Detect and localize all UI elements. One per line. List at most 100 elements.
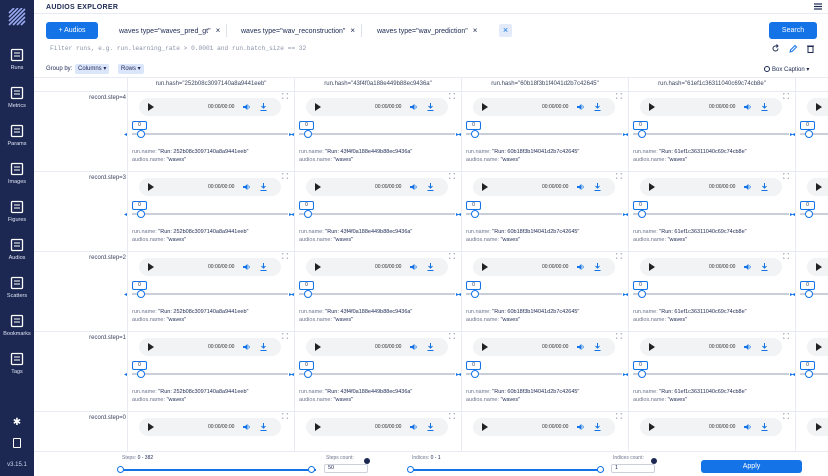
prev-arrow-icon[interactable]: ◂ [291, 131, 294, 138]
step-slider[interactable] [132, 210, 288, 218]
prev-arrow-icon[interactable]: ◂ [458, 291, 461, 298]
step-value-input[interactable]: 0 [132, 121, 147, 130]
slider-handle[interactable] [137, 370, 145, 378]
expand-icon[interactable] [282, 253, 288, 259]
play-icon[interactable] [482, 423, 488, 431]
sidebar-item-bookmarks[interactable]: Bookmarks [0, 310, 34, 346]
step-slider[interactable] [633, 290, 789, 298]
sidebar-item-audios[interactable]: Audios [0, 234, 34, 270]
clear-all-icon[interactable]: × [499, 24, 512, 37]
step-slider[interactable] [633, 130, 789, 138]
play-icon[interactable] [482, 183, 488, 191]
audio-player[interactable]: 00:00/00:00 [139, 98, 281, 116]
play-icon[interactable] [649, 183, 655, 191]
volume-icon[interactable] [744, 183, 752, 191]
slider-handle[interactable] [137, 290, 145, 298]
aim-logo-icon[interactable] [8, 8, 26, 26]
slider-handle[interactable] [304, 290, 312, 298]
slider-handle[interactable] [304, 370, 312, 378]
audio-player[interactable]: 00:00/00:00 [139, 418, 281, 436]
audio-player[interactable]: 00:00/00:00 [473, 178, 615, 196]
prev-arrow-icon[interactable]: ◂ [291, 371, 294, 378]
play-icon[interactable] [315, 263, 321, 271]
step-value-input[interactable]: 0 [132, 361, 147, 370]
play-icon[interactable] [315, 343, 321, 351]
expand-icon[interactable] [282, 413, 288, 419]
play-icon[interactable] [649, 263, 655, 271]
volume-icon[interactable] [243, 263, 251, 271]
expand-icon[interactable] [449, 413, 455, 419]
expand-icon[interactable] [616, 173, 622, 179]
play-icon[interactable] [148, 263, 154, 271]
download-icon[interactable] [260, 183, 267, 191]
sidebar-item-scatters[interactable]: Scatters [0, 272, 34, 308]
menu-icon[interactable] [814, 3, 822, 10]
slider-handle[interactable] [638, 130, 646, 138]
prev-arrow-icon[interactable]: ◂ [625, 211, 628, 218]
play-icon[interactable] [148, 103, 154, 111]
audio-player[interactable]: 00:00/00:00 [640, 258, 782, 276]
play-icon[interactable] [315, 183, 321, 191]
expand-icon[interactable] [783, 173, 789, 179]
volume-icon[interactable] [243, 103, 251, 111]
indices-count-input[interactable]: 1 [611, 464, 655, 473]
expand-icon[interactable] [783, 253, 789, 259]
play-icon[interactable] [315, 103, 321, 111]
audio-player[interactable]: 00:00/00:00 [306, 338, 448, 356]
prev-arrow-icon[interactable]: ◂ [458, 371, 461, 378]
volume-icon[interactable] [744, 263, 752, 271]
prev-arrow-icon[interactable]: ◂ [792, 131, 795, 138]
play-icon[interactable] [315, 423, 321, 431]
play-icon[interactable] [649, 343, 655, 351]
selected-chip[interactable]: waves type="wav_prediction" × [377, 24, 477, 37]
slider-handle[interactable] [805, 370, 813, 378]
prev-arrow-icon[interactable]: ◂ [124, 211, 127, 218]
step-value-input[interactable]: 0 [299, 121, 314, 130]
step-value-input[interactable]: 0 [633, 201, 648, 210]
audio-player[interactable]: 00:00/00:00 [306, 258, 448, 276]
step-slider[interactable] [299, 290, 455, 298]
step-slider[interactable] [800, 290, 828, 298]
step-value-input[interactable]: 0 [466, 201, 481, 210]
step-value-input[interactable]: 0 [466, 361, 481, 370]
step-value-input[interactable]: 0 [466, 121, 481, 130]
volume-icon[interactable] [410, 423, 418, 431]
slider-handle[interactable] [638, 370, 646, 378]
audio-player[interactable] [807, 178, 828, 196]
volume-icon[interactable] [410, 103, 418, 111]
slider-handle[interactable] [805, 290, 813, 298]
reset-icon[interactable] [771, 44, 780, 53]
prev-arrow-icon[interactable]: ◂ [291, 211, 294, 218]
step-value-input[interactable]: 0 [132, 201, 147, 210]
step-slider[interactable] [132, 130, 288, 138]
sidebar-item-metrics[interactable]: Metrics [0, 82, 34, 118]
prev-arrow-icon[interactable]: ◂ [291, 291, 294, 298]
play-icon[interactable] [649, 423, 655, 431]
download-icon[interactable] [427, 263, 434, 271]
indices-range-track[interactable] [410, 469, 604, 471]
step-slider[interactable] [633, 370, 789, 378]
delete-icon[interactable] [806, 44, 815, 53]
step-slider[interactable] [132, 370, 288, 378]
audio-player[interactable]: 00:00/00:00 [473, 98, 615, 116]
expand-icon[interactable] [282, 93, 288, 99]
expand-icon[interactable] [449, 253, 455, 259]
download-icon[interactable] [761, 183, 768, 191]
volume-icon[interactable] [577, 343, 585, 351]
prev-arrow-icon[interactable]: ◂ [458, 131, 461, 138]
download-icon[interactable] [594, 423, 601, 431]
chip-remove-icon[interactable]: × [473, 26, 478, 35]
slider-handle[interactable] [137, 210, 145, 218]
sidebar-item-runs[interactable]: Runs [0, 44, 34, 80]
expand-icon[interactable] [449, 93, 455, 99]
download-icon[interactable] [260, 423, 267, 431]
indices-start-handle[interactable] [407, 466, 414, 473]
step-slider[interactable] [800, 210, 828, 218]
volume-icon[interactable] [577, 263, 585, 271]
step-value-input[interactable]: 0 [800, 201, 815, 210]
step-value-input[interactable]: 0 [633, 121, 648, 130]
indices-info-icon[interactable] [651, 458, 657, 464]
selected-chip[interactable]: waves type="wav_reconstruction" × [241, 24, 363, 37]
step-value-input[interactable]: 0 [299, 201, 314, 210]
volume-icon[interactable] [577, 183, 585, 191]
